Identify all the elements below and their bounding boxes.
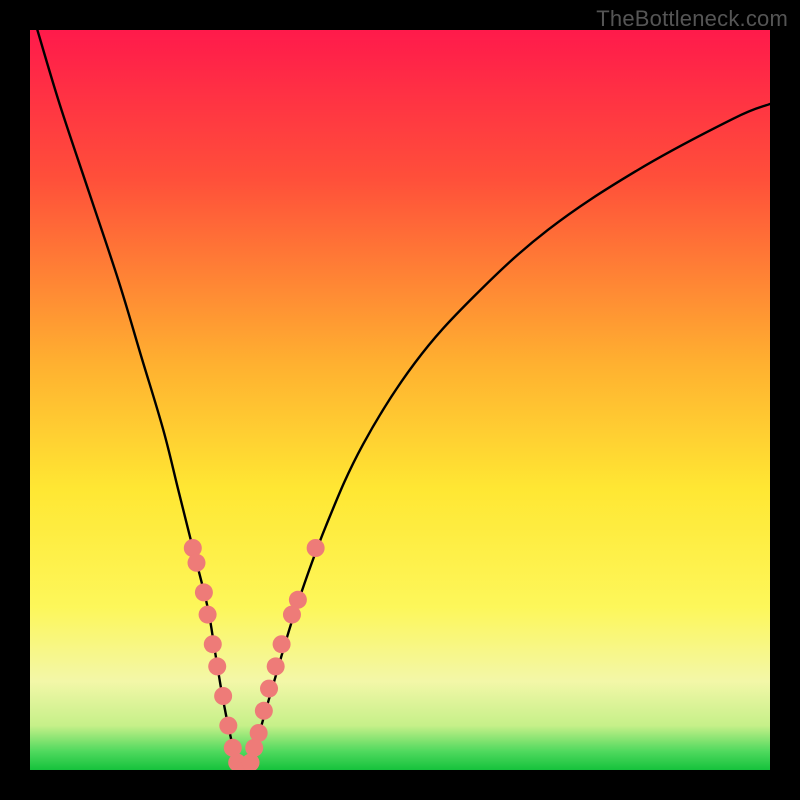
- highlight-dot: [195, 583, 213, 601]
- highlight-dot: [250, 724, 268, 742]
- chart-svg: [30, 30, 770, 770]
- highlight-dot: [214, 687, 232, 705]
- highlight-dot: [219, 717, 237, 735]
- highlight-dot: [199, 606, 217, 624]
- highlight-dot: [267, 657, 285, 675]
- watermark-text: TheBottleneck.com: [596, 6, 788, 32]
- plot-area: [30, 30, 770, 770]
- highlight-dot: [307, 539, 325, 557]
- highlight-dot: [260, 680, 278, 698]
- highlight-dot: [204, 635, 222, 653]
- highlight-dot: [255, 702, 273, 720]
- highlight-dot: [208, 657, 226, 675]
- highlight-dot: [273, 635, 291, 653]
- highlight-dot: [289, 591, 307, 609]
- gradient-background: [30, 30, 770, 770]
- highlight-dot: [188, 554, 206, 572]
- chart-frame: TheBottleneck.com: [0, 0, 800, 800]
